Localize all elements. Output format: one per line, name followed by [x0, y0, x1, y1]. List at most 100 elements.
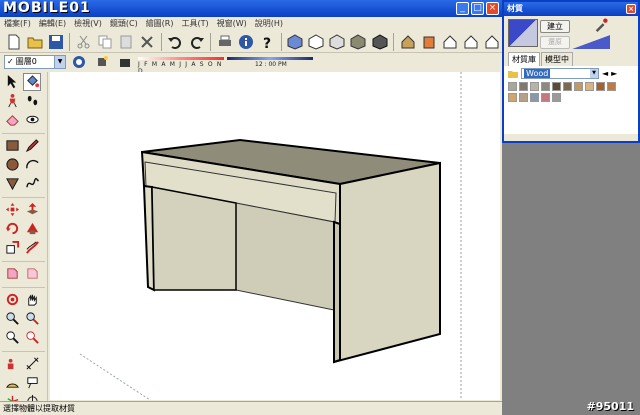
- zoom-tool[interactable]: [3, 310, 21, 328]
- new-button[interactable]: [4, 32, 23, 52]
- paste-button[interactable]: [117, 32, 136, 52]
- component-tool[interactable]: [3, 92, 21, 110]
- cut-button[interactable]: [74, 32, 93, 52]
- redo-arrow-icon: [190, 36, 204, 49]
- offset-tool[interactable]: [23, 239, 41, 257]
- house-view-3-button[interactable]: [440, 32, 459, 52]
- select-tool[interactable]: [3, 73, 21, 91]
- menu-camera[interactable]: 鏡頭(C): [110, 17, 138, 31]
- help-button[interactable]: ?: [257, 32, 276, 52]
- protractor-tool[interactable]: [3, 374, 21, 392]
- minimize-button[interactable]: _: [456, 2, 469, 15]
- orbit-tool[interactable]: [3, 291, 21, 309]
- zoom-extents-tool[interactable]: [3, 329, 21, 347]
- month-slider[interactable]: J F M A M J J A S O N D: [138, 55, 224, 75]
- material-swatch[interactable]: [508, 93, 517, 102]
- material-swatch[interactable]: [508, 82, 517, 91]
- footprints-tool[interactable]: [23, 92, 41, 110]
- scale-tool[interactable]: [3, 239, 21, 257]
- pan-tool[interactable]: [23, 291, 41, 309]
- material-swatch[interactable]: [596, 82, 605, 91]
- print-button[interactable]: [215, 32, 234, 52]
- close-button[interactable]: ×: [486, 2, 499, 15]
- dimension-tool[interactable]: [23, 355, 41, 373]
- follow-me-tool[interactable]: [23, 220, 41, 238]
- tab-in-model[interactable]: 模型中: [541, 52, 573, 66]
- menu-edit[interactable]: 編輯(E): [39, 17, 66, 31]
- material-swatch[interactable]: [607, 82, 616, 91]
- move-tool[interactable]: [3, 201, 21, 219]
- shadow-settings-button[interactable]: [92, 52, 112, 72]
- rotate-tool[interactable]: [3, 220, 21, 238]
- intersect-tool[interactable]: [3, 265, 21, 283]
- menu-tools[interactable]: 工具(T): [182, 17, 209, 31]
- front-view-button[interactable]: [328, 32, 347, 52]
- outer-shell-tool[interactable]: [23, 265, 41, 283]
- library-dropdown[interactable]: Wood ▼: [521, 67, 599, 79]
- material-swatch[interactable]: [563, 82, 572, 91]
- circle-tool[interactable]: [3, 156, 21, 174]
- text-tool[interactable]: [23, 374, 41, 392]
- look-around-tool[interactable]: [23, 111, 41, 129]
- menu-window[interactable]: 視窗(W): [217, 17, 247, 31]
- paint-bucket-tool[interactable]: [23, 72, 41, 91]
- zoom-window-tool[interactable]: [23, 310, 41, 328]
- rectangle-tool[interactable]: [3, 137, 21, 155]
- reset-material-button[interactable]: 還原: [540, 36, 570, 49]
- house-front-icon: [443, 34, 457, 48]
- material-swatch[interactable]: [574, 82, 583, 91]
- layer-dropdown[interactable]: ✓ 圖層0 ▼: [4, 54, 66, 69]
- eraser-tool[interactable]: [3, 111, 21, 129]
- material-swatch[interactable]: [552, 82, 561, 91]
- freehand-tool[interactable]: [23, 175, 41, 193]
- model-info-button[interactable]: [236, 32, 255, 52]
- copy-button[interactable]: [96, 32, 115, 52]
- material-swatch[interactable]: [519, 82, 528, 91]
- house-view-4-button[interactable]: [462, 32, 481, 52]
- material-swatch[interactable]: [541, 93, 550, 102]
- house-view-1-button[interactable]: [398, 32, 417, 52]
- house-view-2-button[interactable]: [419, 32, 438, 52]
- open-button[interactable]: [25, 32, 44, 52]
- top-view-button[interactable]: [307, 32, 326, 52]
- shaded-view-button[interactable]: [349, 32, 368, 52]
- material-swatch[interactable]: [530, 93, 539, 102]
- layer-manager-button[interactable]: [69, 52, 89, 72]
- material-swatch[interactable]: [585, 82, 594, 91]
- material-swatch[interactable]: [552, 93, 561, 102]
- position-camera-tool[interactable]: [3, 355, 21, 373]
- menu-draw[interactable]: 繪圖(R): [146, 17, 174, 31]
- menu-view[interactable]: 檢視(V): [74, 17, 102, 31]
- eyedropper-icon[interactable]: [594, 18, 608, 32]
- previous-view-tool[interactable]: [23, 329, 41, 347]
- house-view-5-button[interactable]: [483, 32, 502, 52]
- freehand-icon: [25, 177, 39, 188]
- undo-button[interactable]: [166, 32, 185, 52]
- desk-back-panel: [235, 202, 335, 311]
- textured-view-button[interactable]: [370, 32, 389, 52]
- polygon-tool[interactable]: [3, 175, 21, 193]
- time-slider[interactable]: 12 : 00 PM: [227, 55, 313, 69]
- material-swatch[interactable]: [541, 82, 550, 91]
- tab-library[interactable]: 材質庫: [508, 52, 540, 66]
- menu-file[interactable]: 檔案(F): [4, 17, 31, 31]
- nav-back-button[interactable]: ◄: [602, 69, 608, 78]
- save-button[interactable]: [46, 32, 65, 52]
- menu-help[interactable]: 說明(H): [255, 17, 283, 31]
- nav-forward-button[interactable]: ►: [611, 69, 617, 78]
- arc-tool[interactable]: [23, 156, 41, 174]
- drawing-viewport[interactable]: [50, 72, 500, 400]
- create-material-button[interactable]: 建立: [540, 20, 570, 33]
- panel-close-button[interactable]: ×: [626, 4, 636, 14]
- svg-text:?: ?: [263, 36, 271, 50]
- iso-view-button[interactable]: [286, 32, 305, 52]
- maximize-button[interactable]: □: [471, 2, 484, 15]
- material-swatch[interactable]: [519, 93, 528, 102]
- material-swatch[interactable]: [530, 82, 539, 91]
- pencil-tool[interactable]: [23, 137, 41, 155]
- paste-icon: [120, 35, 132, 48]
- push-pull-tool[interactable]: [23, 201, 41, 219]
- delete-button[interactable]: [138, 32, 157, 52]
- shadow-toggle-button[interactable]: [115, 52, 135, 72]
- redo-button[interactable]: [187, 32, 206, 52]
